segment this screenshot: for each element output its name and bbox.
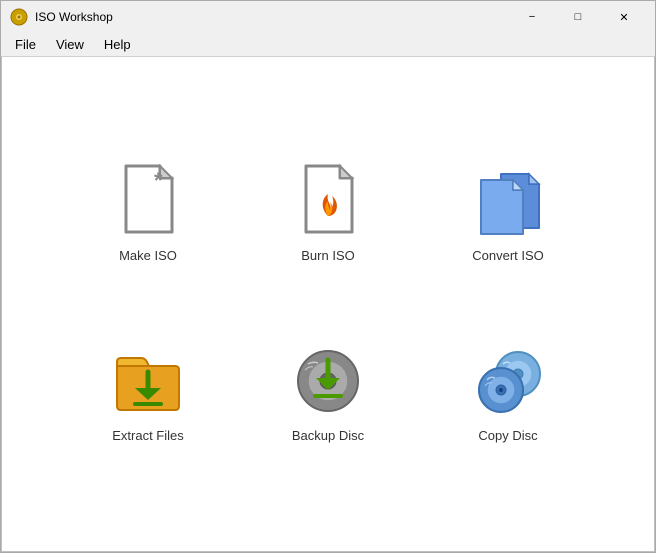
window-title: ISO Workshop	[35, 10, 509, 24]
make-iso-icon: *	[113, 166, 183, 236]
backup-disc-icon	[293, 346, 363, 416]
copy-disc-button[interactable]: Copy Disc	[428, 314, 588, 474]
svg-text:*: *	[154, 168, 163, 193]
app-window: ISO Workshop − □ ✕ File View Help *	[0, 0, 656, 553]
burn-iso-label: Burn ISO	[301, 248, 354, 263]
window-controls: − □ ✕	[509, 1, 647, 33]
action-grid: * Make ISO Burn ISO	[68, 134, 588, 474]
menu-file[interactable]: File	[5, 35, 46, 54]
burn-iso-icon	[293, 166, 363, 236]
make-iso-label: Make ISO	[119, 248, 177, 263]
make-iso-button[interactable]: * Make ISO	[68, 134, 228, 294]
title-bar: ISO Workshop − □ ✕	[1, 1, 655, 33]
convert-iso-button[interactable]: Convert ISO	[428, 134, 588, 294]
menu-help[interactable]: Help	[94, 35, 141, 54]
burn-iso-button[interactable]: Burn ISO	[248, 134, 408, 294]
convert-iso-label: Convert ISO	[472, 248, 544, 263]
extract-files-icon	[113, 346, 183, 416]
extract-files-button[interactable]: Extract Files	[68, 314, 228, 474]
copy-disc-icon	[473, 346, 543, 416]
backup-disc-button[interactable]: Backup Disc	[248, 314, 408, 474]
copy-disc-label: Copy Disc	[478, 428, 537, 443]
extract-files-label: Extract Files	[112, 428, 184, 443]
menu-bar: File View Help	[1, 33, 655, 57]
menu-view[interactable]: View	[46, 35, 94, 54]
convert-iso-icon	[473, 166, 543, 236]
backup-disc-label: Backup Disc	[292, 428, 364, 443]
close-button[interactable]: ✕	[601, 1, 647, 33]
main-content: * Make ISO Burn ISO	[1, 57, 655, 552]
maximize-button[interactable]: □	[555, 1, 601, 33]
minimize-button[interactable]: −	[509, 1, 555, 33]
app-icon	[9, 7, 29, 27]
